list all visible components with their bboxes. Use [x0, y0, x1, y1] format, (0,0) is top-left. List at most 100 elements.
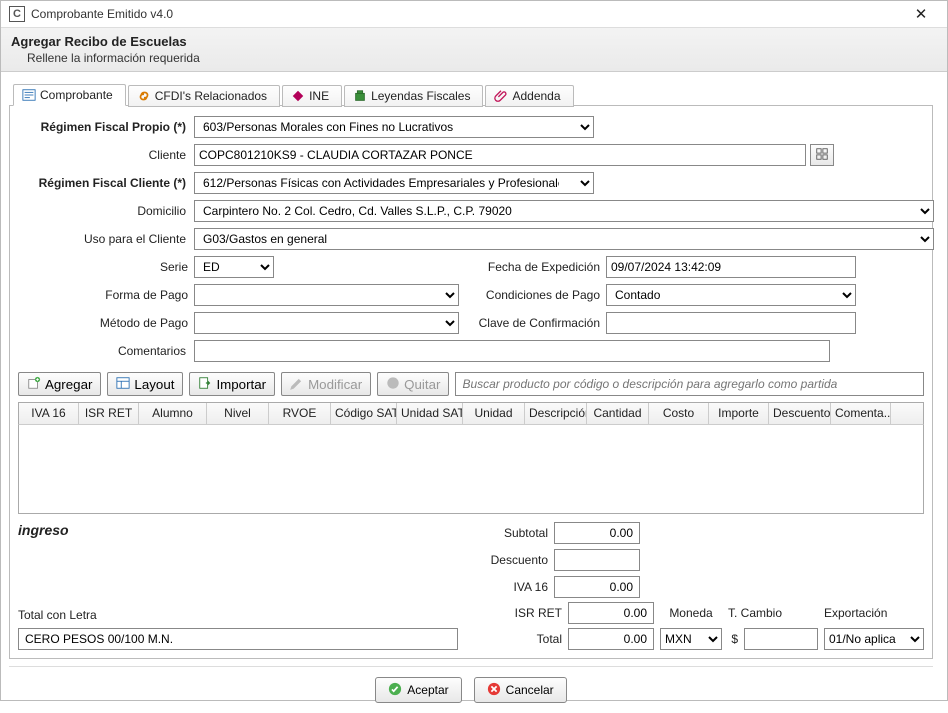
- tabs-wrap: Comprobante CFDI's Relacionados INE: [9, 84, 933, 660]
- tab-label: Leyendas Fiscales: [371, 89, 470, 103]
- table-toolbar: Agregar Layout Importar Modificar: [18, 372, 924, 396]
- tab-addenda[interactable]: Addenda: [485, 85, 573, 107]
- col-rvoe[interactable]: RVOE: [269, 403, 331, 424]
- cancel-icon: [487, 682, 501, 699]
- close-button[interactable]: ✕: [901, 1, 941, 27]
- lbl-descuento: Descuento: [468, 553, 548, 567]
- col-alumno[interactable]: Alumno: [139, 403, 207, 424]
- col-costo[interactable]: Costo: [649, 403, 709, 424]
- row-forma-pago: Forma de Pago Condiciones de Pago Contad…: [18, 284, 924, 306]
- domicilio-select[interactable]: Carpintero No. 2 Col. Cedro, Cd. Valles …: [194, 200, 934, 222]
- lbl-fecha-exp: Fecha de Expedición: [470, 260, 600, 274]
- comentarios-input[interactable]: [194, 340, 830, 362]
- lbl-clave-conf: Clave de Confirmación: [470, 316, 600, 330]
- col-nivel[interactable]: Nivel: [207, 403, 269, 424]
- col-importe[interactable]: Importe: [709, 403, 769, 424]
- lbl-export: Exportación: [824, 606, 924, 620]
- cliente-input[interactable]: [194, 144, 806, 166]
- col-comenta-[interactable]: Comenta...: [831, 403, 891, 424]
- lbl-cond-pago: Condiciones de Pago: [470, 288, 600, 302]
- col-cantidad[interactable]: Cantidad: [587, 403, 649, 424]
- col-isr-ret[interactable]: ISR RET: [79, 403, 139, 424]
- tcambio-prefix: $: [728, 632, 738, 646]
- btn-label: Modificar: [308, 377, 362, 392]
- tab-label: CFDI's Relacionados: [155, 89, 267, 103]
- tab-cfdis[interactable]: CFDI's Relacionados: [128, 85, 280, 107]
- metodo-pago-select[interactable]: [194, 312, 459, 334]
- paperclip-icon: [494, 89, 508, 103]
- btn-label: Aceptar: [407, 683, 448, 697]
- col-unidad[interactable]: Unidad: [463, 403, 525, 424]
- check-icon: [388, 682, 402, 699]
- lbl-isr: ISR RET: [482, 606, 562, 620]
- btn-label: Agregar: [45, 377, 92, 392]
- layout-button[interactable]: Layout: [107, 372, 183, 396]
- titlebar: C Comprobante Emitido v4.0 ✕: [1, 1, 947, 28]
- regimen-cliente-select[interactable]: 612/Personas Físicas con Actividades Emp…: [194, 172, 594, 194]
- tab-leyendas[interactable]: Leyendas Fiscales: [344, 85, 483, 107]
- col-descripci-n[interactable]: Descripción: [525, 403, 587, 424]
- uso-cliente-select[interactable]: G03/Gastos en general: [194, 228, 934, 250]
- tab-label: INE: [309, 89, 329, 103]
- importar-button[interactable]: Importar: [189, 372, 275, 396]
- row-serie: Serie ED Fecha de Expedición: [18, 256, 924, 278]
- lbl-metodo-pago: Método de Pago: [18, 316, 188, 330]
- tab-ine[interactable]: INE: [282, 85, 342, 107]
- agregar-button[interactable]: Agregar: [18, 372, 101, 396]
- tcambio-input[interactable]: [744, 628, 818, 650]
- lbl-serie: Serie: [18, 260, 188, 274]
- ingreso-label: ingreso: [18, 522, 458, 538]
- col-unidad-sat[interactable]: Unidad SAT: [397, 403, 463, 424]
- serie-select[interactable]: ED: [194, 256, 274, 278]
- modificar-button: Modificar: [281, 372, 371, 396]
- cond-pago-select[interactable]: Contado: [606, 284, 856, 306]
- col-descuento[interactable]: Descuento: [769, 403, 831, 424]
- lbl-total: Total: [482, 632, 562, 646]
- subtotal-box: [554, 522, 640, 544]
- plus-icon: [27, 376, 41, 393]
- lbl-moneda: Moneda: [660, 606, 722, 620]
- import-icon: [198, 376, 212, 393]
- btn-label: Quitar: [404, 377, 440, 392]
- lbl-comentarios: Comentarios: [18, 344, 188, 358]
- isr-box: [568, 602, 654, 624]
- search-icon: [815, 147, 829, 164]
- btn-label: Cancelar: [506, 683, 554, 697]
- lbl-domicilio: Domicilio: [18, 204, 188, 218]
- forma-pago-select[interactable]: [194, 284, 459, 306]
- cliente-lookup-button[interactable]: [810, 144, 834, 166]
- table-body[interactable]: [18, 424, 924, 514]
- quitar-button: Quitar: [377, 372, 449, 396]
- row-metodo-pago: Método de Pago Clave de Confirmación: [18, 312, 924, 334]
- col-iva-16[interactable]: IVA 16: [19, 403, 79, 424]
- cancelar-button[interactable]: Cancelar: [474, 677, 567, 703]
- tab-label: Addenda: [512, 89, 560, 103]
- window: C Comprobante Emitido v4.0 ✕ Agregar Rec…: [0, 0, 948, 701]
- window-title: Comprobante Emitido v4.0: [31, 7, 901, 21]
- layout-icon: [116, 376, 130, 393]
- btn-label: Layout: [134, 377, 174, 392]
- iva-box: [554, 576, 640, 598]
- total-box: [568, 628, 654, 650]
- form-grid: Régimen Fiscal Propio (*) 603/Personas M…: [18, 116, 924, 250]
- form-icon: [22, 88, 36, 102]
- export-select[interactable]: 01/No aplica: [824, 628, 924, 650]
- close-icon: ✕: [915, 5, 928, 23]
- lbl-forma-pago: Forma de Pago: [18, 288, 188, 302]
- clave-conf-input[interactable]: [606, 312, 856, 334]
- total-letra-box: [18, 628, 458, 650]
- page-subtitle: Rellene la información requerida: [11, 51, 937, 65]
- col-c-digo-sat[interactable]: Código SAT: [331, 403, 397, 424]
- fecha-exp-input[interactable]: [606, 256, 856, 278]
- tab-comprobante[interactable]: Comprobante: [13, 84, 126, 106]
- regimen-propio-select[interactable]: 603/Personas Morales con Fines no Lucrat…: [194, 116, 594, 138]
- diamond-icon: [291, 89, 305, 103]
- aceptar-button[interactable]: Aceptar: [375, 677, 461, 703]
- search-product-input[interactable]: [455, 372, 924, 396]
- document-icon: [353, 89, 367, 103]
- header-strip: Agregar Recibo de Escuelas Rellene la in…: [1, 28, 947, 72]
- lbl-total-letra: Total con Letra: [18, 608, 458, 622]
- moneda-select[interactable]: MXN: [660, 628, 722, 650]
- tab-label: Comprobante: [40, 88, 113, 102]
- lbl-cliente: Cliente: [18, 148, 188, 162]
